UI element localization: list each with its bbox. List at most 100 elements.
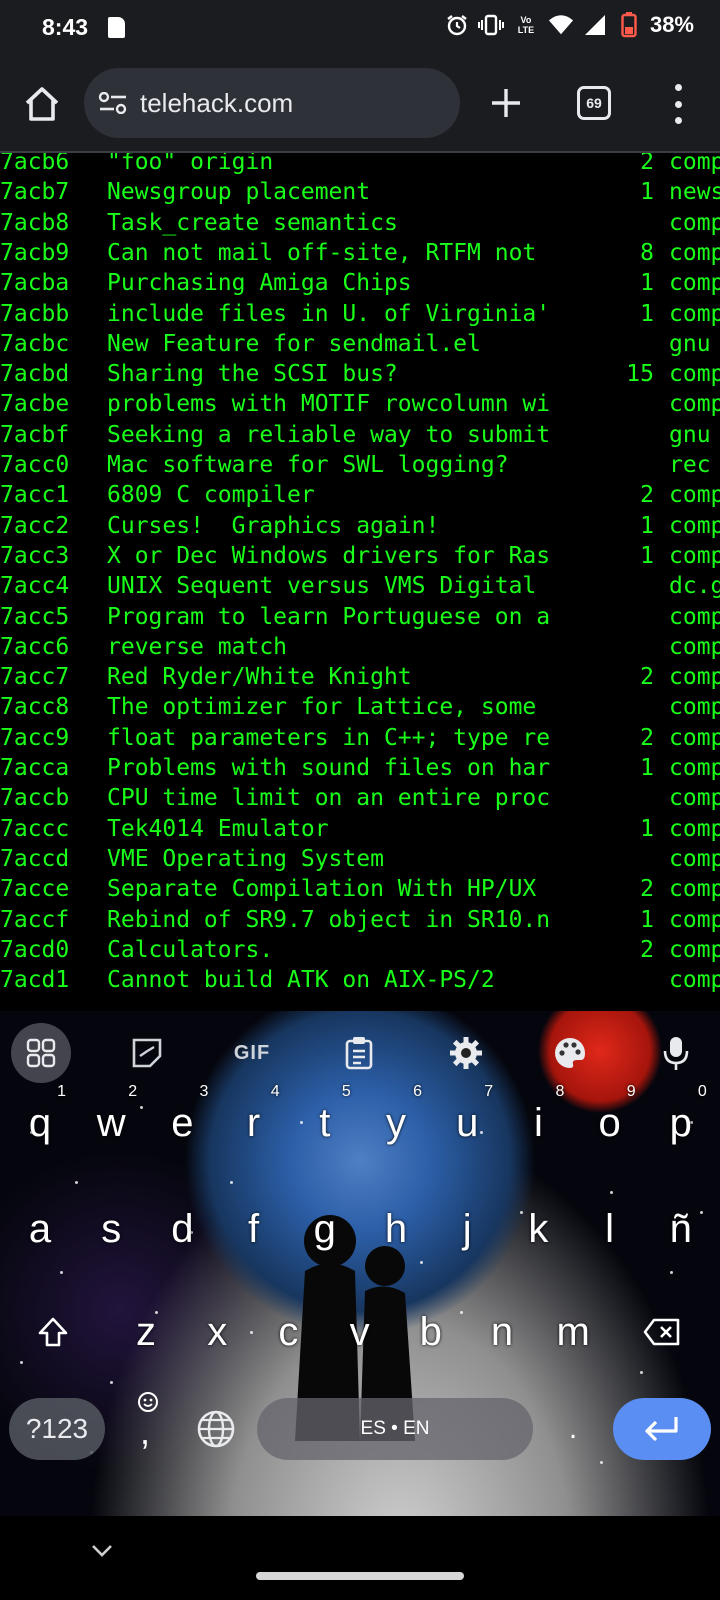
grid-icon: [26, 1038, 56, 1068]
home-icon: [25, 87, 59, 121]
terminal-row-count: 2: [640, 482, 654, 509]
apps-grid-button[interactable]: [11, 1023, 71, 1083]
terminal-row-count: 1: [640, 906, 654, 933]
key-q[interactable]: q1: [4, 1077, 76, 1169]
backspace-key[interactable]: [626, 1286, 698, 1378]
terminal-row-group: comp: [669, 391, 720, 418]
key-v[interactable]: v: [324, 1286, 396, 1378]
emoji-icon: [138, 1392, 158, 1412]
key-label: e: [171, 1100, 194, 1145]
terminal-row-group: comp: [669, 300, 720, 327]
terminal-row-subject: Mac software for SWL logging?: [107, 452, 509, 478]
language-switch-key[interactable]: [195, 1408, 237, 1450]
terminal-row-count: 2: [640, 936, 654, 963]
terminal-row-count: 2: [640, 724, 654, 751]
enter-key[interactable]: [613, 1398, 711, 1460]
sticker-button[interactable]: [117, 1023, 177, 1083]
key-e[interactable]: e3: [146, 1077, 218, 1169]
key-k[interactable]: k: [502, 1183, 574, 1275]
voice-input-button[interactable]: [646, 1023, 706, 1083]
hide-keyboard-button[interactable]: [90, 1542, 114, 1560]
site-settings-icon[interactable]: [98, 91, 128, 115]
url-text[interactable]: telehack.com: [140, 88, 293, 119]
address-bar[interactable]: telehack.com: [84, 68, 460, 138]
globe-icon: [197, 1410, 235, 1448]
key-t[interactable]: t5: [289, 1077, 361, 1169]
terminal-output[interactable]: 7acb6 "foo" origin 2 comp 7acb7 Newsgroup pla…: [0, 153, 720, 1011]
key-h[interactable]: h: [360, 1183, 432, 1275]
terminal-row-id: 7acbb: [0, 300, 70, 327]
key-r[interactable]: r4: [218, 1077, 290, 1169]
space-bar[interactable]: ES • EN: [257, 1398, 533, 1460]
key-z[interactable]: z: [110, 1286, 182, 1378]
key-f[interactable]: f: [218, 1183, 290, 1275]
key-d[interactable]: d: [146, 1183, 218, 1275]
comma-label: ,: [140, 1411, 151, 1452]
theme-button[interactable]: [540, 1023, 600, 1083]
terminal-row-subject: Curses! Graphics again!: [107, 512, 440, 539]
terminal-row-group: comp: [669, 603, 720, 630]
terminal-row-subject: Tek4014 Emulator: [107, 815, 329, 842]
terminal-row-count: 15: [626, 361, 654, 388]
key-number-hint: 4: [270, 1083, 280, 1100]
tab-switcher-button[interactable]: 69: [577, 86, 611, 120]
gesture-handle[interactable]: [256, 1572, 464, 1580]
key-c[interactable]: c: [252, 1286, 324, 1378]
key-number-hint: 0: [697, 1083, 707, 1100]
key-ñ[interactable]: ñ: [645, 1183, 717, 1275]
terminal-row-id: 7acb8: [0, 209, 70, 236]
browser-toolbar: telehack.com 69: [0, 58, 720, 152]
terminal-row-group: comp: [669, 694, 720, 721]
vibrate-icon: [477, 12, 504, 38]
terminal-row-group: comp: [669, 876, 720, 903]
terminal-row-count: 2: [640, 664, 654, 691]
terminal-row-subject: Red Ryder/White Knight: [107, 664, 412, 691]
chevron-down-icon: [92, 1545, 112, 1557]
terminal-row-id: 7acc5: [0, 603, 70, 630]
terminal-row-id: 7acb6: [0, 153, 70, 175]
terminal-row-group: rec: [669, 452, 711, 478]
terminal-row-group: comp: [669, 270, 720, 297]
key-l[interactable]: l: [574, 1183, 646, 1275]
terminal-row-subject: UNIX Sequent versus VMS Digital: [107, 573, 537, 600]
key-w[interactable]: w2: [75, 1077, 147, 1169]
key-x[interactable]: x: [181, 1286, 253, 1378]
key-label: q: [28, 1100, 52, 1145]
terminal-row-id: 7acba: [0, 270, 70, 297]
key-j[interactable]: j: [431, 1183, 503, 1275]
new-tab-button[interactable]: [488, 85, 524, 121]
home-button[interactable]: [22, 84, 62, 124]
shift-key[interactable]: [17, 1286, 89, 1378]
terminal-row-group: news: [669, 179, 720, 206]
key-u[interactable]: u7: [431, 1077, 503, 1169]
comma-emoji-key[interactable]: ,: [128, 1391, 168, 1463]
gif-button[interactable]: GIF: [222, 1023, 282, 1083]
terminal-row-group: comp: [669, 209, 720, 236]
terminal-row-subject: Separate Compilation With HP/UX: [107, 876, 537, 903]
terminal-row-id: 7accc: [0, 815, 70, 842]
key-p[interactable]: p0: [645, 1077, 717, 1169]
terminal-row-subject: Rebind of SR9.7 object in SR10.n: [107, 906, 551, 933]
terminal-row-group: comp: [669, 936, 720, 963]
key-b[interactable]: b: [395, 1286, 467, 1378]
overflow-menu-button[interactable]: [668, 84, 688, 124]
key-m[interactable]: m: [537, 1286, 609, 1378]
key-n[interactable]: n: [466, 1286, 538, 1378]
terminal-row-subject: problems with MOTIF rowcolumn wi: [107, 391, 551, 418]
period-key[interactable]: .: [553, 1398, 593, 1460]
key-g[interactable]: g: [289, 1183, 361, 1275]
key-label: r: [246, 1100, 261, 1145]
key-y[interactable]: y6: [360, 1077, 432, 1169]
key-number-hint: 9: [626, 1083, 636, 1100]
terminal-row-subject: Program to learn Portuguese on a: [107, 603, 551, 630]
clipboard-button[interactable]: [329, 1023, 389, 1083]
terminal-row-id: 7acc2: [0, 512, 70, 539]
key-o[interactable]: o9: [574, 1077, 646, 1169]
settings-button[interactable]: [436, 1023, 496, 1083]
key-label: o: [598, 1100, 621, 1145]
key-a[interactable]: a: [4, 1183, 76, 1275]
key-number-hint: 6: [413, 1083, 422, 1100]
key-i[interactable]: i8: [502, 1077, 574, 1169]
symbols-key[interactable]: ?123: [9, 1398, 105, 1460]
key-s[interactable]: s: [75, 1183, 147, 1275]
